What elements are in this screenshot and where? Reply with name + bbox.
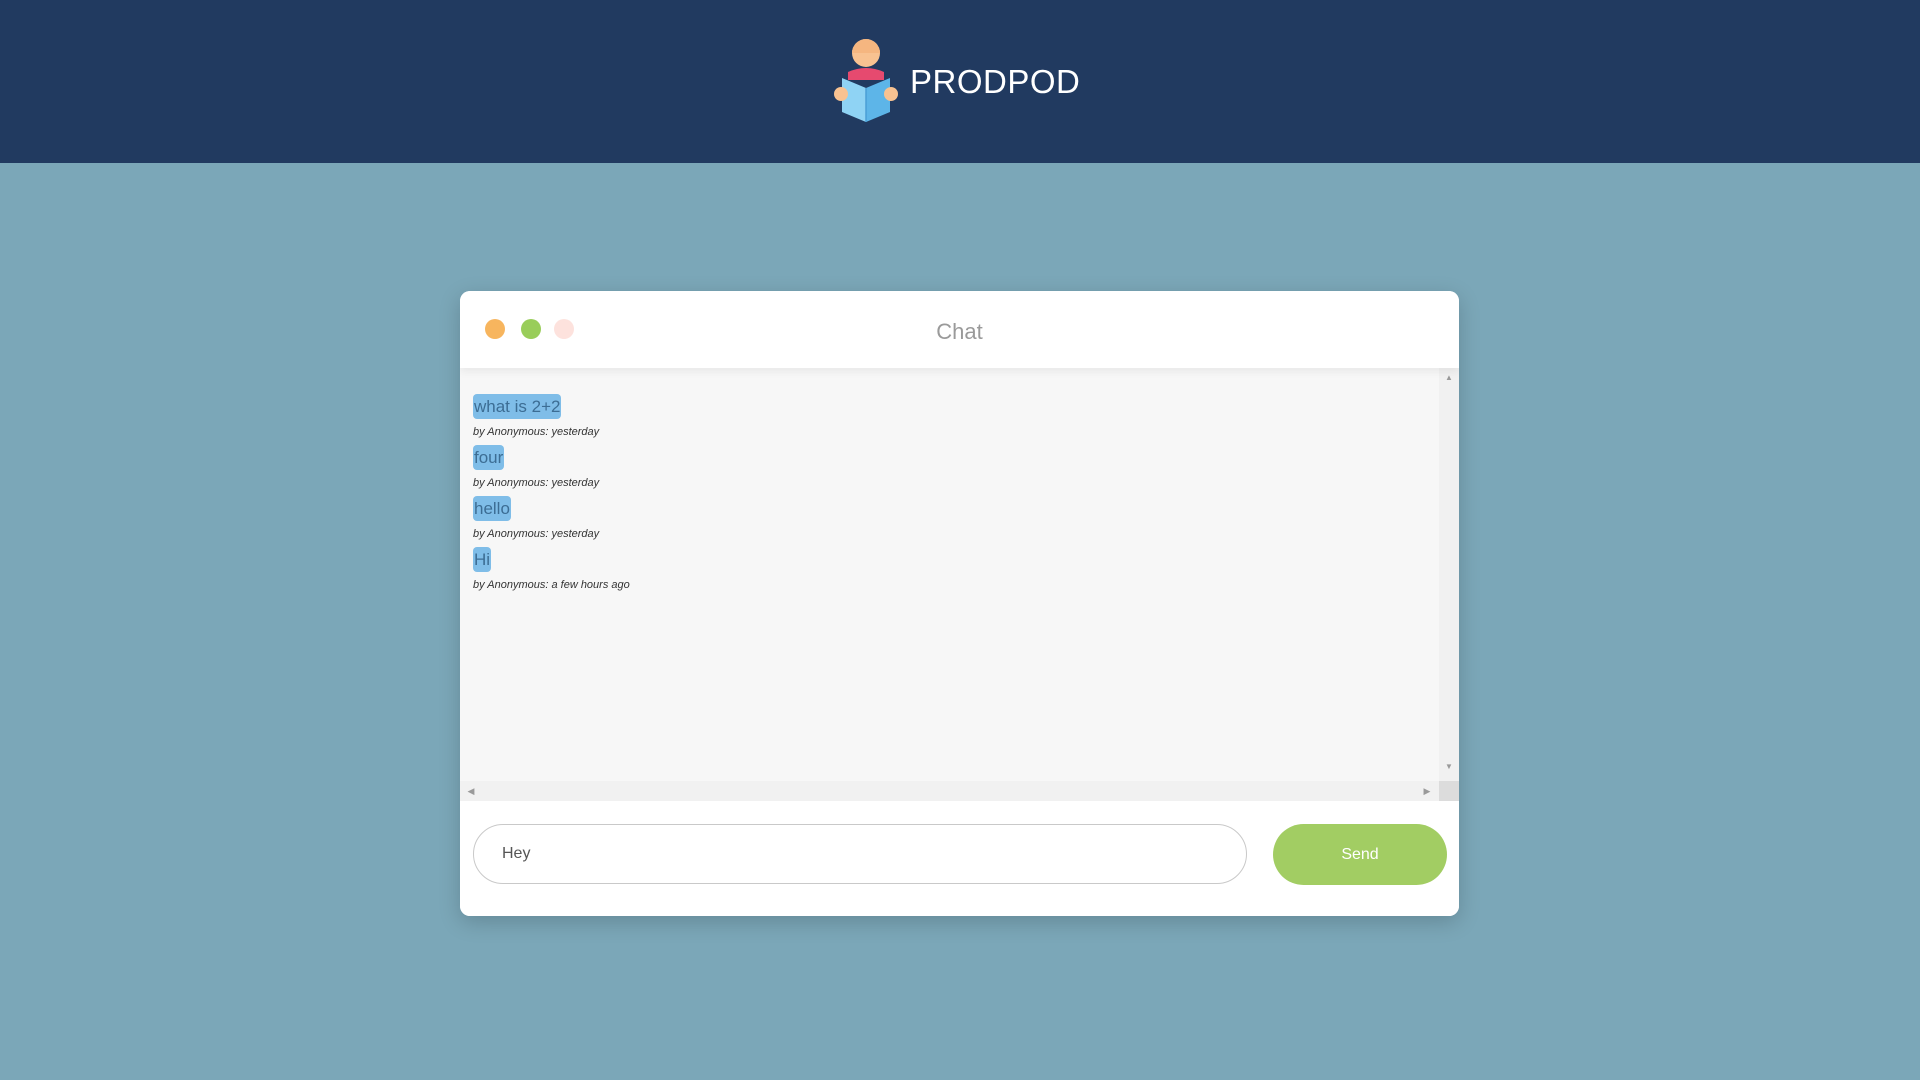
message-item: Hi by Anonymous: a few hours ago — [473, 547, 1423, 598]
vertical-scrollbar[interactable]: ▲ ▼ — [1439, 368, 1459, 781]
scrollbar-corner — [1439, 781, 1459, 801]
message-item: hello by Anonymous: yesterday — [473, 496, 1423, 547]
message-text: what is 2+2 — [473, 394, 562, 419]
message-item: four by Anonymous: yesterday — [473, 445, 1423, 496]
chat-header: Chat — [460, 291, 1459, 368]
scroll-left-arrow-icon[interactable]: ◀ — [464, 781, 478, 801]
horizontal-scrollbar[interactable]: ◀ ▶ — [460, 781, 1439, 801]
top-header: PRODPOD — [0, 0, 1920, 163]
scroll-right-arrow-icon[interactable]: ▶ — [1420, 781, 1434, 801]
message-text: Hi — [473, 547, 492, 572]
scroll-up-arrow-icon[interactable]: ▲ — [1439, 371, 1459, 385]
message-meta: by Anonymous: yesterday — [473, 528, 600, 540]
send-button[interactable]: Send — [1273, 824, 1447, 885]
message-meta: by Anonymous: yesterday — [473, 477, 600, 489]
message-text: hello — [473, 496, 511, 521]
brand-name: PRODPOD — [910, 62, 1081, 100]
brand[interactable]: PRODPOD — [832, 38, 1080, 124]
message-input[interactable] — [473, 824, 1247, 884]
chat-title: Chat — [936, 319, 983, 344]
message-meta: by Anonymous: a few hours ago — [473, 579, 630, 591]
messages-area[interactable]: what is 2+2 by Anonymous: yesterday four… — [460, 368, 1459, 801]
reader-icon — [834, 39, 898, 122]
message-text: four — [473, 445, 505, 470]
message-composer: Send — [460, 821, 1459, 916]
message-meta: by Anonymous: yesterday — [473, 426, 600, 438]
message-list: what is 2+2 by Anonymous: yesterday four… — [473, 394, 1423, 598]
scroll-down-arrow-icon[interactable]: ▼ — [1439, 760, 1459, 774]
chat-window: Chat what is 2+2 by Anonymous: yesterday… — [460, 291, 1459, 916]
message-item: what is 2+2 by Anonymous: yesterday — [473, 394, 1423, 445]
